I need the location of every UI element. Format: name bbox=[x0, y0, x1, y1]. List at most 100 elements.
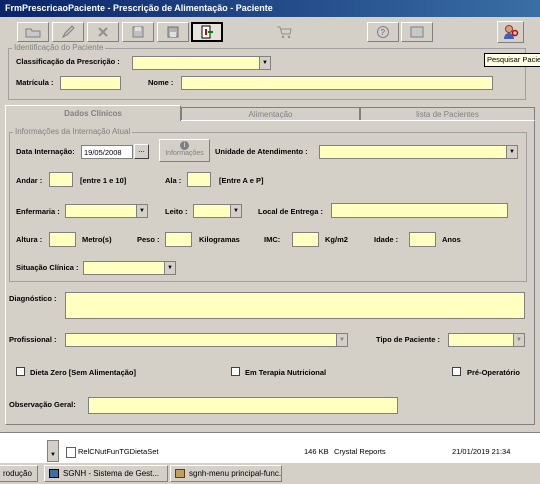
andar-hint: [entre 1 e 10] bbox=[80, 176, 127, 185]
save-icon[interactable] bbox=[122, 22, 154, 42]
tab-alimentacao-label: Alimentação bbox=[248, 110, 293, 119]
dieta-zero-checkbox[interactable] bbox=[16, 367, 25, 376]
chevron-down-icon[interactable]: ▼ bbox=[513, 334, 524, 346]
chevron-down-icon[interactable]: ▼ bbox=[336, 334, 347, 346]
file-row[interactable]: RelCNutFunTGDietaSet 146 KB Crystal Repo… bbox=[64, 446, 534, 458]
taskbar: rodução SGNH - Sistema de Gest... sgnh-m… bbox=[0, 462, 540, 484]
edit-icon[interactable] bbox=[52, 22, 84, 42]
open-icon[interactable] bbox=[17, 22, 49, 42]
file-type: Crystal Reports bbox=[334, 447, 386, 456]
taskbar-item-label: rodução bbox=[3, 469, 32, 478]
local-entrega-input[interactable] bbox=[331, 203, 508, 218]
chevron-down-icon[interactable]: ▼ bbox=[136, 205, 147, 217]
delete-icon[interactable] bbox=[87, 22, 119, 42]
app-icon bbox=[49, 469, 59, 478]
informacoes-button-label: Informações bbox=[165, 150, 204, 157]
tab-dados-clinicos-label: Dados Clínicos bbox=[64, 109, 122, 118]
tab-dados-clinicos[interactable]: Dados Clínicos bbox=[5, 105, 181, 121]
unidade-label: Unidade de Atendimento : bbox=[215, 147, 308, 156]
tooltip-text: Pesquisar Paciente bbox=[487, 55, 540, 64]
help-icon[interactable]: ? bbox=[367, 22, 399, 42]
classificacao-label: Classificação da Prescrição : bbox=[16, 57, 120, 66]
observacao-label: Observação Geral: bbox=[9, 400, 76, 409]
terapia-nutricional-label: Em Terapia Nutricional bbox=[245, 368, 327, 377]
imc-unit: Kg/m2 bbox=[325, 235, 348, 244]
peso-unit: Kilogramas bbox=[199, 235, 240, 244]
diagnostico-label: Diagnóstico : bbox=[9, 294, 57, 303]
taskbar-item-producao[interactable]: rodução bbox=[0, 465, 38, 482]
file-size: 146 KB bbox=[304, 447, 329, 456]
pre-operatorio-checkbox[interactable] bbox=[452, 367, 461, 376]
info-icon: i bbox=[180, 141, 189, 150]
profissional-select[interactable]: ▼ bbox=[65, 333, 348, 347]
enfermaria-select[interactable]: ▼ bbox=[65, 204, 148, 218]
matricula-input[interactable] bbox=[60, 76, 121, 90]
tab-lista-pacientes[interactable]: lista de Pacientes bbox=[360, 107, 535, 120]
leito-label: Leito : bbox=[165, 207, 188, 216]
ala-label: Ala : bbox=[165, 176, 182, 185]
ala-input[interactable] bbox=[187, 172, 211, 187]
altura-input[interactable] bbox=[49, 232, 76, 247]
pre-operatorio-label: Pré-Operatório bbox=[467, 368, 520, 377]
altura-label: Altura : bbox=[16, 235, 43, 244]
data-internacao-value: 19/05/2008 bbox=[84, 148, 122, 157]
taskbar-item-menu-principal[interactable]: sgnh-menu principal-func... bbox=[170, 465, 282, 482]
idade-input[interactable] bbox=[409, 232, 436, 247]
diagnostico-input[interactable] bbox=[65, 292, 525, 319]
profissional-label: Profissional : bbox=[9, 335, 57, 344]
imc-input[interactable] bbox=[292, 232, 319, 247]
date-picker-button[interactable]: ... bbox=[134, 144, 149, 159]
classificacao-select[interactable]: ▼ bbox=[132, 56, 271, 70]
situacao-clinica-label: Situação Clínica : bbox=[16, 263, 79, 272]
save-disk-icon[interactable] bbox=[157, 22, 189, 42]
exit-icon[interactable] bbox=[191, 22, 223, 42]
informacoes-button[interactable]: i Informações bbox=[159, 139, 210, 162]
idade-label: Idade : bbox=[374, 235, 399, 244]
app-icon bbox=[175, 469, 185, 478]
chevron-down-icon[interactable]: ▼ bbox=[259, 57, 270, 69]
nome-label: Nome : bbox=[148, 78, 174, 87]
altura-unit: Metro(s) bbox=[82, 235, 112, 244]
terapia-nutricional-checkbox[interactable] bbox=[231, 367, 240, 376]
data-internacao-label: Data Internação: bbox=[16, 147, 75, 156]
toolbar: ? Pesquisar Paciente bbox=[0, 19, 540, 67]
peso-input[interactable] bbox=[165, 232, 192, 247]
file-date: 21/01/2019 21:34 bbox=[452, 447, 511, 456]
unidade-select[interactable]: ▼ bbox=[319, 145, 518, 159]
local-entrega-label: Local de Entrega : bbox=[258, 207, 324, 216]
situacao-clinica-select[interactable]: ▼ bbox=[83, 261, 176, 275]
svg-text:?: ? bbox=[381, 28, 386, 37]
chevron-down-icon[interactable]: ▼ bbox=[164, 262, 175, 274]
tipo-paciente-select[interactable]: ▼ bbox=[448, 333, 525, 347]
window-title: FrmPrescricaoPaciente - Prescrição de Al… bbox=[5, 3, 273, 13]
date-picker-dots: ... bbox=[138, 145, 145, 154]
chevron-down-icon[interactable]: ▼ bbox=[506, 146, 517, 158]
nome-input[interactable] bbox=[181, 76, 493, 90]
chevron-down-icon[interactable]: ▼ bbox=[230, 205, 241, 217]
enfermaria-label: Enfermaria : bbox=[16, 207, 60, 216]
taskbar-item-sgnh[interactable]: SGNH - Sistema de Gest... bbox=[44, 465, 168, 482]
taskbar-item-label: sgnh-menu principal-func... bbox=[189, 469, 282, 478]
data-internacao-input[interactable]: 19/05/2008 bbox=[81, 145, 133, 159]
imc-label: IMC: bbox=[264, 235, 281, 244]
window-title-bar: FrmPrescricaoPaciente - Prescrição de Al… bbox=[0, 0, 540, 17]
taskbar-item-label: SGNH - Sistema de Gest... bbox=[63, 469, 160, 478]
tipo-paciente-label: Tipo de Paciente : bbox=[376, 335, 441, 344]
leito-select[interactable]: ▼ bbox=[193, 204, 242, 218]
file-name: RelCNutFunTGDietaSet bbox=[78, 447, 159, 456]
matricula-label: Matrícula : bbox=[16, 78, 54, 87]
search-patient-tooltip: Pesquisar Paciente bbox=[484, 53, 540, 67]
cart-icon[interactable] bbox=[268, 22, 300, 42]
tab-alimentacao[interactable]: Alimentação bbox=[181, 107, 360, 120]
background-scrollbar[interactable]: ▼ bbox=[47, 440, 59, 462]
dieta-zero-label: Dieta Zero [Sem Alimentação] bbox=[30, 368, 136, 377]
observacao-input[interactable] bbox=[88, 397, 398, 414]
andar-label: Andar : bbox=[16, 176, 43, 185]
report-icon[interactable] bbox=[401, 22, 433, 42]
search-patient-icon[interactable] bbox=[497, 21, 524, 43]
idade-unit: Anos bbox=[442, 235, 461, 244]
internacao-group-title: Informações da Internação Atual bbox=[13, 127, 133, 136]
andar-input[interactable] bbox=[49, 172, 73, 187]
peso-label: Peso : bbox=[137, 235, 160, 244]
tab-lista-pacientes-label: lista de Pacientes bbox=[416, 110, 479, 119]
